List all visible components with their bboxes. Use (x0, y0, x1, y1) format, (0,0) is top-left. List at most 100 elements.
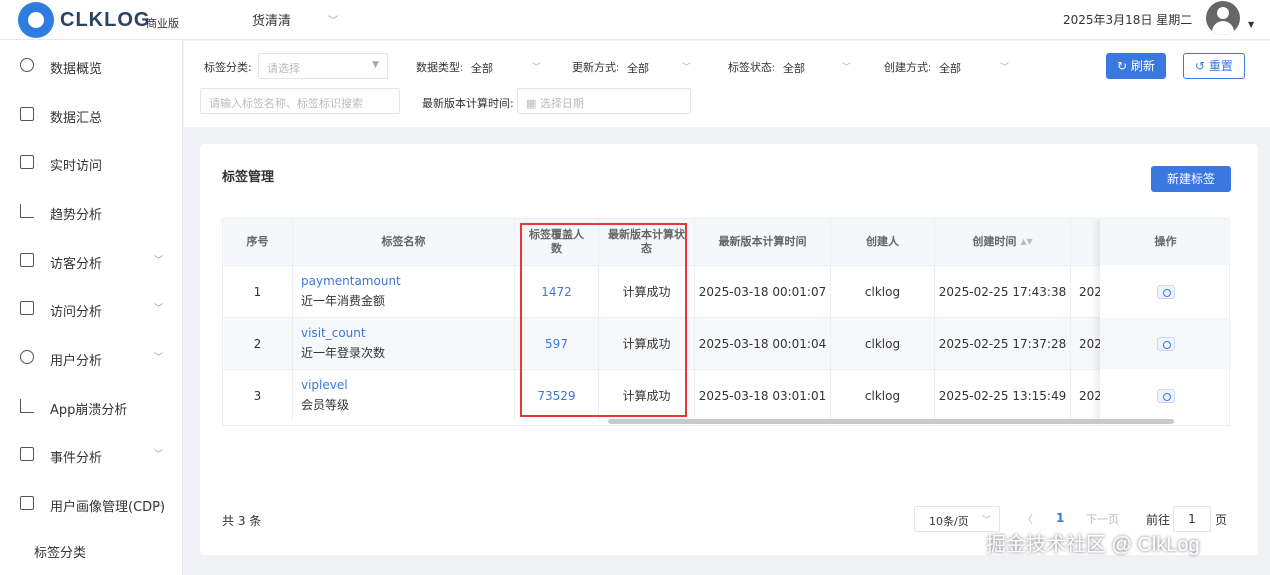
cell-extra: 2025 (1071, 370, 1101, 421)
edition-label: 商业版 (146, 17, 179, 30)
eye-icon[interactable] (1156, 388, 1175, 403)
cell-creator: clklog (831, 370, 935, 421)
tag-name: 会员等级 (301, 398, 350, 412)
cell-extra: 2025 (1071, 318, 1101, 369)
fixed-action-column: 操作 (1100, 219, 1229, 425)
sidebar-subitem-tag-category[interactable]: 标签分类 (0, 530, 183, 570)
sidebar-item-visit[interactable]: 访问分析 ﹀ (0, 284, 183, 332)
realtime-icon (20, 155, 34, 169)
sidebar-item-cdp[interactable]: 用户画像管理(CDP) ︿ (0, 479, 183, 527)
col-extra (1071, 219, 1101, 265)
refresh-icon: ↻ (1117, 59, 1131, 73)
cell-calc-time: 2025-03-18 03:01:01 (695, 370, 831, 421)
total-count: 共 3 条 (222, 514, 262, 528)
chevron-down-icon: ﹀ (154, 256, 164, 266)
tag-management-card: 标签管理 新建标签 序号 标签名称 标签覆盖人数 最新版本计算状态 最新版本计算… (200, 144, 1258, 555)
tag-code[interactable]: viplevel (301, 378, 348, 392)
col-tag-name: 标签名称 (293, 219, 515, 265)
cell-tag-name: paymentamount 近一年消费金额 (293, 266, 515, 317)
profile-icon (20, 496, 34, 510)
cell-created: 2025-02-25 13:15:49 (935, 370, 1071, 421)
crash-icon (20, 399, 34, 413)
table-row: 2 visit_count 近一年登录次数 597 计算成功 2025-03-1… (223, 317, 1229, 369)
cell-index: 1 (223, 266, 293, 317)
logo-text: CLKLOG (60, 9, 151, 31)
status-label: 标签状态: (728, 61, 776, 74)
status-select[interactable]: 全部 ﹀ (774, 53, 860, 79)
chevron-down-icon: ﹀ (981, 516, 991, 526)
create-label: 创建方式: (884, 61, 932, 74)
create-value: 全部 (939, 62, 961, 75)
sidebar-item-realtime[interactable]: 实时访问 (0, 138, 183, 186)
reset-button[interactable]: ↺ 重置 (1183, 53, 1245, 79)
current-page[interactable]: 1 (1056, 511, 1064, 525)
cell-actions (1100, 370, 1229, 421)
tag-code[interactable]: paymentamount (301, 274, 401, 288)
sidebar-item-crash[interactable]: App崩溃分析 (0, 382, 183, 430)
next-page-button[interactable]: 下一页 (1086, 511, 1119, 527)
cell-index: 3 (223, 370, 293, 421)
avatar[interactable] (1206, 1, 1240, 35)
current-date: 2025年3月18日 星期二 (1063, 13, 1193, 27)
reset-label: 重置 (1208, 59, 1233, 73)
eye-icon[interactable] (1156, 336, 1175, 351)
project-selector[interactable]: 货清清 (252, 10, 291, 29)
col-creator: 创建人 (831, 219, 935, 265)
chevron-down-icon: ﹀ (154, 450, 164, 460)
sidebar: 数据概览 数据汇总 实时访问 趋势分析 访客分析 ﹀ 访问分析 ﹀ 用户分析 ﹀… (0, 40, 183, 575)
sidebar-item-summary[interactable]: 数据汇总 (0, 90, 183, 138)
horizontal-scrollbar[interactable] (608, 419, 1174, 424)
update-value: 全部 (627, 62, 649, 75)
chevron-up-icon: ︿ (154, 499, 164, 509)
cell-calc-time: 2025-03-18 00:01:04 (695, 318, 831, 369)
sidebar-item-label: 实时访问 (50, 159, 103, 174)
sidebar-item-trend[interactable]: 趋势分析 (0, 187, 183, 235)
col-created-label: 创建时间 (972, 235, 1017, 248)
tag-table: 序号 标签名称 标签覆盖人数 最新版本计算状态 最新版本计算时间 创建人 创建时… (222, 218, 1230, 426)
date-picker[interactable]: ▦ 选择日期 (517, 88, 691, 114)
chevron-down-icon: ﹀ (681, 63, 691, 73)
caret-down-icon: ▼ (372, 60, 379, 70)
col-created-time[interactable]: 创建时间 ▲▼ (935, 219, 1071, 265)
data-type-select[interactable]: 全部 ﹀ (462, 53, 550, 79)
chevron-down-icon: ﹀ (531, 63, 541, 73)
refresh-button[interactable]: ↻ 刷新 (1106, 53, 1166, 79)
chevron-down-icon: ﹀ (154, 353, 164, 363)
reset-icon: ↺ (1195, 59, 1209, 73)
sidebar-item-overview[interactable]: 数据概览 (0, 41, 183, 89)
sidebar-item-visitor[interactable]: 访客分析 ﹀ (0, 236, 183, 284)
tag-name: 近一年消费金额 (301, 294, 386, 308)
category-select[interactable]: 请选择 ▼ (258, 53, 388, 79)
sidebar-item-label: 访问分析 (50, 305, 103, 320)
cell-tag-name: viplevel 会员等级 (293, 370, 515, 421)
cell-actions (1100, 318, 1229, 369)
sidebar-item-user[interactable]: 用户分析 ﹀ (0, 333, 183, 381)
sidebar-item-label: 用户分析 (50, 354, 103, 369)
data-type-label: 数据类型: (416, 61, 464, 74)
col-index: 序号 (223, 219, 293, 265)
chevron-down-icon: ﹀ (154, 304, 164, 314)
sidebar-item-label: App崩溃分析 (50, 403, 128, 418)
filter-panel: 标签分类: 请选择 ▼ 数据类型: 全部 ﹀ 更新方式: 全部 ﹀ 标签状态: … (184, 41, 1270, 127)
sort-icon[interactable]: ▲▼ (1020, 235, 1032, 249)
cell-calc-time: 2025-03-18 00:01:07 (695, 266, 831, 317)
watermark: 掘金技术社区 @ ClkLog (986, 534, 1200, 556)
cell-created: 2025-02-25 17:37:28 (935, 318, 1071, 369)
eye-icon[interactable] (1156, 284, 1175, 299)
highlight-annotation-box (520, 223, 687, 417)
sidebar-item-label: 趋势分析 (50, 208, 103, 223)
sidebar-item-event[interactable]: 事件分析 ﹀ (0, 430, 183, 478)
search-input[interactable]: 请输入标签名称、标签标识搜索 (200, 88, 400, 114)
table-row: 1 paymentamount 近一年消费金额 1472 计算成功 2025-0… (223, 265, 1229, 317)
page-unit-label: 页 (1215, 513, 1228, 527)
tag-code[interactable]: visit_count (301, 326, 366, 340)
create-select[interactable]: 全部 ﹀ (930, 53, 1018, 79)
refresh-label: 刷新 (1130, 59, 1155, 73)
caret-down-icon[interactable]: ▼ (1248, 20, 1254, 29)
logo-icon (18, 2, 54, 38)
cell-extra: 2025 (1071, 266, 1101, 317)
chevron-down-icon[interactable]: ﹀ (328, 12, 338, 27)
update-select[interactable]: 全部 ﹀ (618, 53, 700, 79)
prev-page-icon[interactable]: 〈 (1022, 511, 1033, 527)
new-tag-button[interactable]: 新建标签 (1151, 166, 1231, 192)
